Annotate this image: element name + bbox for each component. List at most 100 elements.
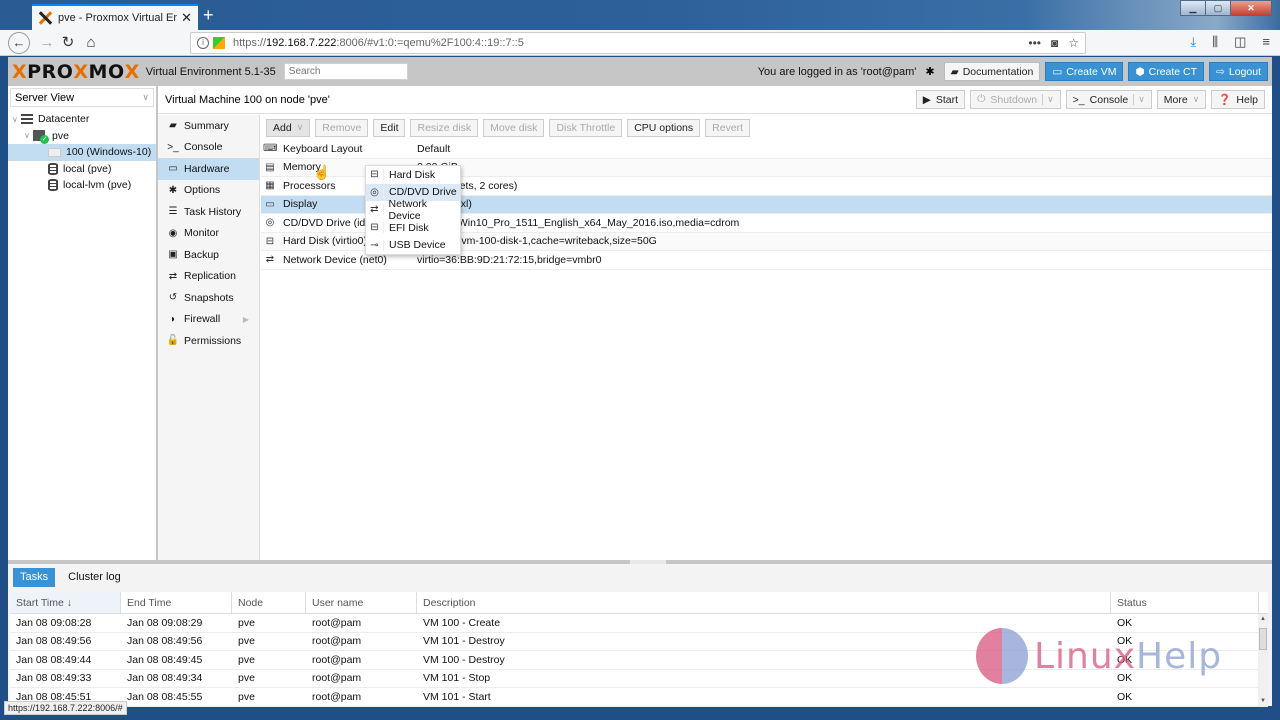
back-button[interactable]: ← [8,32,30,54]
retweet-icon: ⇄ [168,270,178,282]
menu-icon[interactable]: ≡ [1262,34,1270,50]
tab-title: pve - Proxmox Virtual Environm [58,12,178,24]
tree-item-storage-local-lvm[interactable]: local-lvm (pve) [8,177,156,194]
search-input[interactable] [283,63,408,80]
close-tab-icon[interactable]: ✕ [181,10,192,26]
cpu-options-button[interactable]: CPU options [627,118,701,137]
proxmox-favicon-icon [38,11,52,25]
maximize-button[interactable]: ▢ [1205,0,1231,16]
tree-item-vm-100[interactable]: 100 (Windows-10) [8,144,156,161]
unlock-icon: 🔓 [166,335,180,347]
hardware-value: virtio=36:BB:9D:21:72:15,bridge=vmbr0 [417,253,602,266]
browser-tab[interactable]: pve - Proxmox Virtual Environm ✕ [32,4,198,30]
vm-nav-item-replication[interactable]: ⇄ Replication [158,266,259,288]
minimize-button[interactable]: ▁ [1180,0,1206,16]
more-button[interactable]: More ∨ [1156,90,1207,109]
vm-icon [48,147,61,157]
vm-nav-item-snapshots[interactable]: ↺ Snapshots [158,287,259,309]
create-vm-button[interactable]: ▭ Create VM [1045,62,1124,81]
vm-nav-item-task-history[interactable]: ☰ Task History [158,201,259,223]
col-status[interactable]: Status [1111,592,1259,613]
reload-button[interactable]: ↻ [57,32,79,54]
revert-button[interactable]: Revert [705,118,751,137]
resize-disk-button[interactable]: Resize disk [410,118,479,137]
tree-item-storage-local[interactable]: local (pve) [8,161,156,178]
library-icon[interactable]: ⫼ [1212,34,1218,50]
tasks-scrollbar[interactable]: ▲ ▼ [1258,614,1268,706]
col-user-name[interactable]: User name [306,592,417,613]
task-row[interactable]: Jan 08 09:08:28 Jan 08 09:08:29 pve root@pa… [10,614,1268,633]
product-version: Virtual Environment 5.1-35 [145,65,276,78]
info-icon[interactable]: i [197,37,209,49]
remove-button[interactable]: Remove [315,118,369,137]
user-settings-gear-icon[interactable]: ✱ [925,65,934,78]
tab-cluster-log[interactable]: Cluster log [61,568,128,587]
add-menu-item-network-device[interactable]: ⇄ Network Device [366,198,460,222]
scroll-thumb[interactable] [1259,628,1267,650]
col-description[interactable]: Description [417,592,1111,613]
vm-nav-item-options[interactable]: ✱ Options [158,180,259,202]
view-selector[interactable]: Server View ∨ [10,88,154,107]
add-menu-item-hard-disk[interactable]: ⊟ Hard Disk [366,166,460,184]
task-row[interactable]: Jan 08 08:49:33 Jan 08 08:49:34 pve root@pa… [10,670,1268,688]
tree-item-datacenter[interactable]: ∨ Datacenter [8,111,156,128]
shutdown-button[interactable]: ⏻ Shutdown ∨ [970,90,1061,109]
logged-in-label: You are logged in as 'root@pam' [757,65,917,78]
new-tab-button[interactable]: + [203,5,214,26]
tab-tasks[interactable]: Tasks [13,567,56,587]
start-button[interactable]: ▶ Start [915,90,966,109]
vm-nav-item-monitor[interactable]: ◉ Monitor [158,223,259,245]
cell-end-time: Jan 08 08:49:34 [127,672,203,685]
sidebar-icon[interactable]: ◫ [1234,34,1246,50]
collapse-icon[interactable]: ∨ [12,115,21,124]
scroll-down-icon[interactable]: ▼ [1258,698,1268,704]
col-node[interactable]: Node [232,592,306,613]
documentation-button[interactable]: ▰ Documentation [943,62,1041,81]
add-menu-item-usb-device[interactable]: ⊸ USB Device [366,236,460,254]
resource-tree-panel: Server View ∨ ∨ Datacenter ∨ pve 100 (Wi… [8,86,156,560]
pve-header: XPROXMOX Virtual Environment 5.1-35 You … [8,57,1272,86]
task-row[interactable]: Jan 08 08:49:56 Jan 08 08:49:56 pve root@pa… [10,633,1268,651]
hardware-panel: Add ∨ Remove Edit Resize disk Move disk D… [261,115,1272,560]
url-bar[interactable]: i https:// 192.168.7.222 :8006/#v1:0:=qe… [190,32,1086,54]
help-button[interactable]: ❓ Help [1211,90,1265,109]
collapse-icon[interactable]: ∨ [24,131,33,140]
window-close-button[interactable]: ✕ [1230,0,1272,16]
browser-navbar: ← → ↻ ⌂ i https:// 192.168.7.222 :8006/#… [0,30,1280,56]
download-icon[interactable]: ⤓ [1190,34,1196,50]
vm-nav-item-hardware[interactable]: ▭ Hardware [158,158,259,180]
scroll-up-icon[interactable]: ▲ [1258,616,1268,622]
task-row[interactable]: Jan 08 08:45:51 Jan 08 08:45:55 pve root@pa… [10,688,1268,707]
home-button[interactable]: ⌂ [80,32,102,54]
chevron-down-icon: ∨ [1192,94,1200,104]
page-actions-icon[interactable]: ••• [1028,36,1041,50]
book-icon: ▰ [950,65,959,78]
vm-nav-item-backup[interactable]: ▣ Backup [158,244,259,266]
url-host: 192.168.7.222 [266,37,337,49]
storage-icon [48,162,58,175]
bookmark-star-icon[interactable]: ☆ [1068,36,1079,50]
pocket-icon[interactable]: ◙ [1051,36,1058,50]
history-icon: ↺ [168,292,178,304]
col-end-time[interactable]: End Time [121,592,232,613]
col-start-time[interactable]: Start Time ↓ [10,592,121,613]
vm-nav-item-summary[interactable]: ▰ Summary [158,115,259,137]
vm-nav-item-console[interactable]: >_ Console [158,137,259,159]
logout-button[interactable]: ⇨ Logout [1209,62,1268,81]
disk-throttle-button[interactable]: Disk Throttle [549,118,623,137]
vm-nav-item-firewall[interactable]: ◗ Firewall ▶ [158,309,259,331]
hand-cursor-icon: ☝ [313,164,331,180]
cell-description: VM 101 - Destroy [423,635,505,648]
console-button[interactable]: >_ Console ∨ [1065,90,1152,109]
create-ct-button[interactable]: ⬢ Create CT [1128,62,1205,81]
usb-icon: ⊸ [366,239,384,251]
tree-item-node-pve[interactable]: ∨ pve [8,128,156,145]
vm-nav-item-permissions[interactable]: 🔓 Permissions [158,330,259,352]
task-row[interactable]: Jan 08 08:49:44 Jan 08 08:49:45 pve root@pa… [10,651,1268,670]
add-button[interactable]: Add ∨ [266,118,311,137]
edit-button[interactable]: Edit [373,118,406,137]
hardware-name: Network Device (net0) [283,253,387,266]
hardware-row[interactable]: ⌨ Keyboard Layout Default [261,140,1272,159]
move-disk-button[interactable]: Move disk [483,118,545,137]
forward-button[interactable]: → [36,32,58,54]
